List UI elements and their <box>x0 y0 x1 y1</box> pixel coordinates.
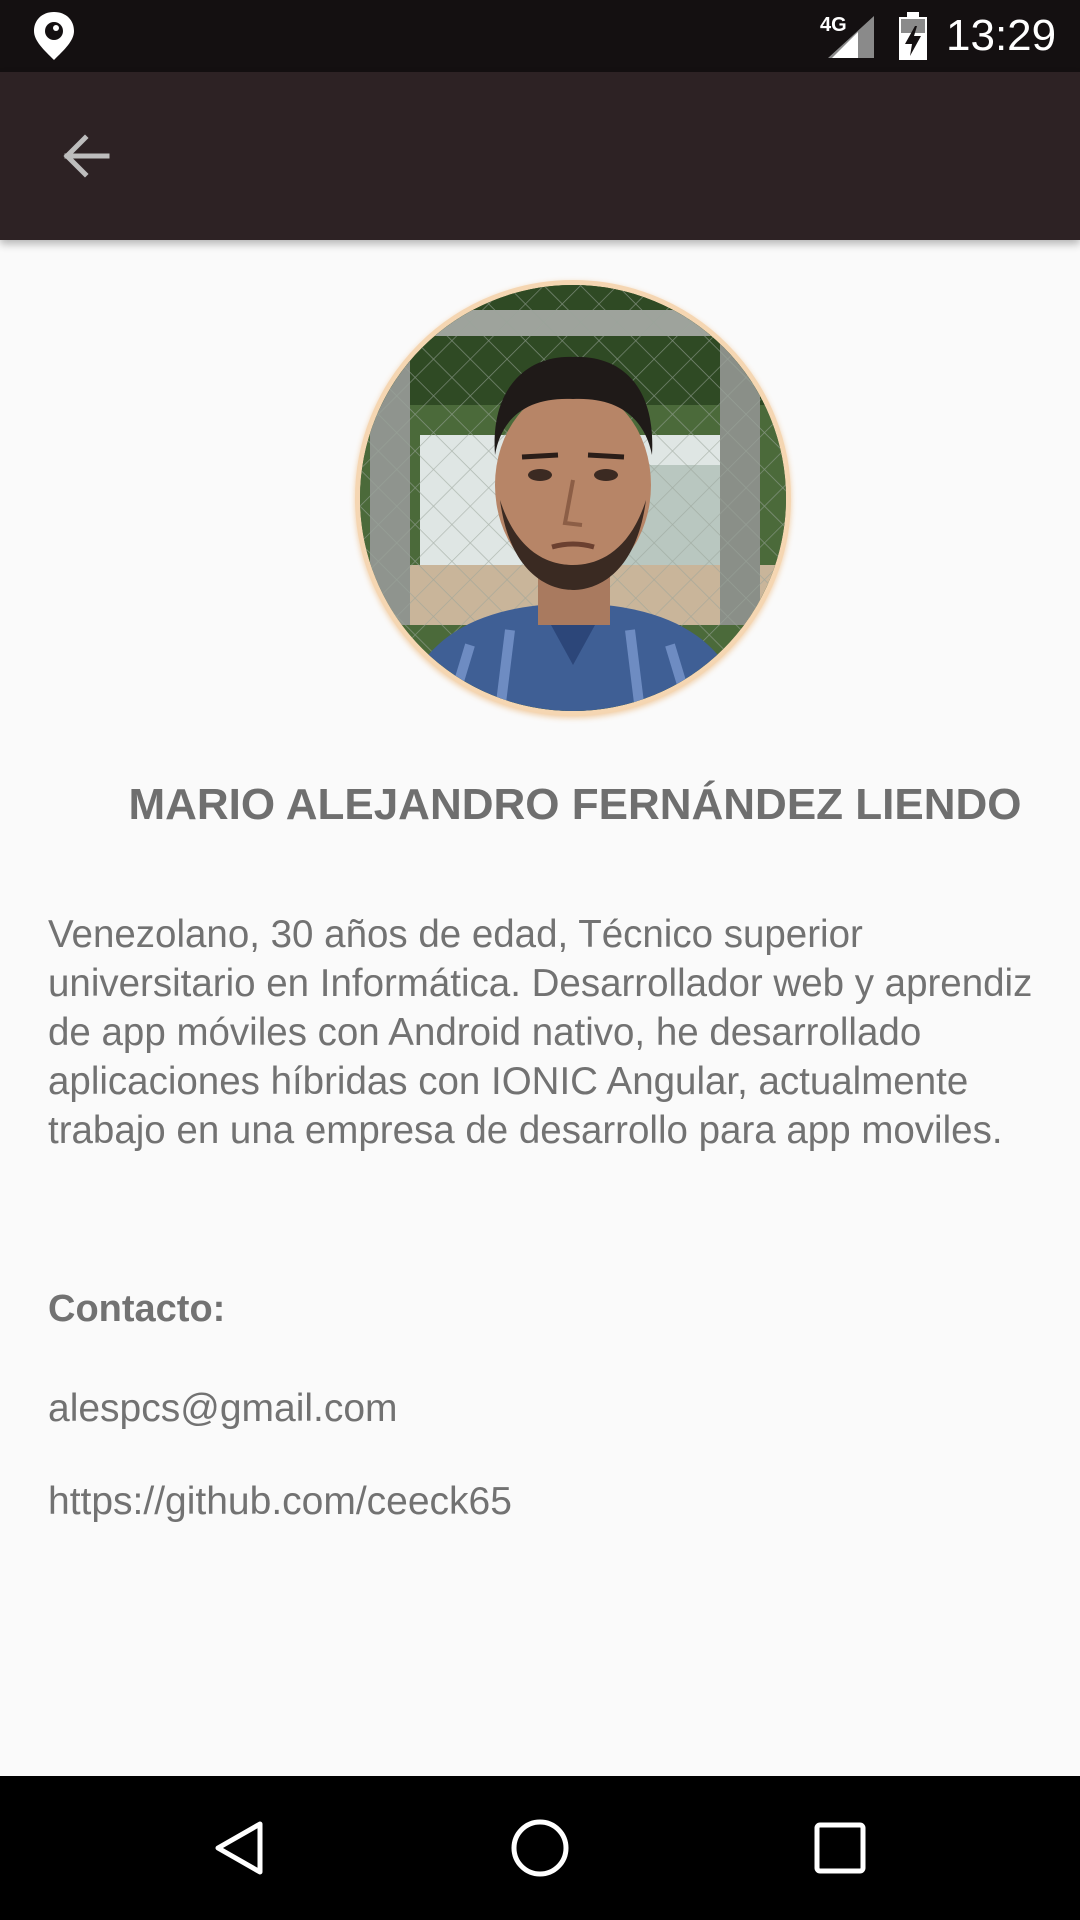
home-circle-icon <box>511 1819 569 1877</box>
app-toolbar <box>0 72 1080 240</box>
nav-recents-button[interactable] <box>790 1798 890 1898</box>
status-time: 13:29 <box>946 11 1057 60</box>
back-triangle-icon <box>215 1821 263 1875</box>
profile-bio: Venezolano, 30 años de edad, Técnico sup… <box>48 913 1033 1152</box>
back-button[interactable] <box>40 116 130 196</box>
contact-github-link[interactable]: https://github.com/ceeck65 <box>48 1480 512 1524</box>
profile-avatar <box>355 280 791 716</box>
contact-email-link[interactable]: alespcs@gmail.com <box>48 1387 398 1431</box>
location-pin-icon <box>34 12 74 60</box>
recents-square-icon <box>814 1822 866 1874</box>
about-screen: 4G 13:29 MARIO ALEJANDRO FERNÁNDEZ LIEND… <box>0 0 1080 1920</box>
nav-back-button[interactable] <box>190 1798 290 1898</box>
signal-icon <box>828 16 874 58</box>
arrow-back-icon <box>63 134 110 178</box>
profile-name: MARIO ALEJANDRO FERNÁNDEZ LIENDO <box>128 780 1022 829</box>
battery-icon <box>899 12 927 60</box>
profile-photo <box>360 285 786 711</box>
nav-home-button[interactable] <box>490 1798 590 1898</box>
contact-heading: Contacto: <box>48 1288 226 1330</box>
status-bar: 4G 13:29 <box>0 0 1080 72</box>
system-nav-bar <box>0 1776 1080 1920</box>
